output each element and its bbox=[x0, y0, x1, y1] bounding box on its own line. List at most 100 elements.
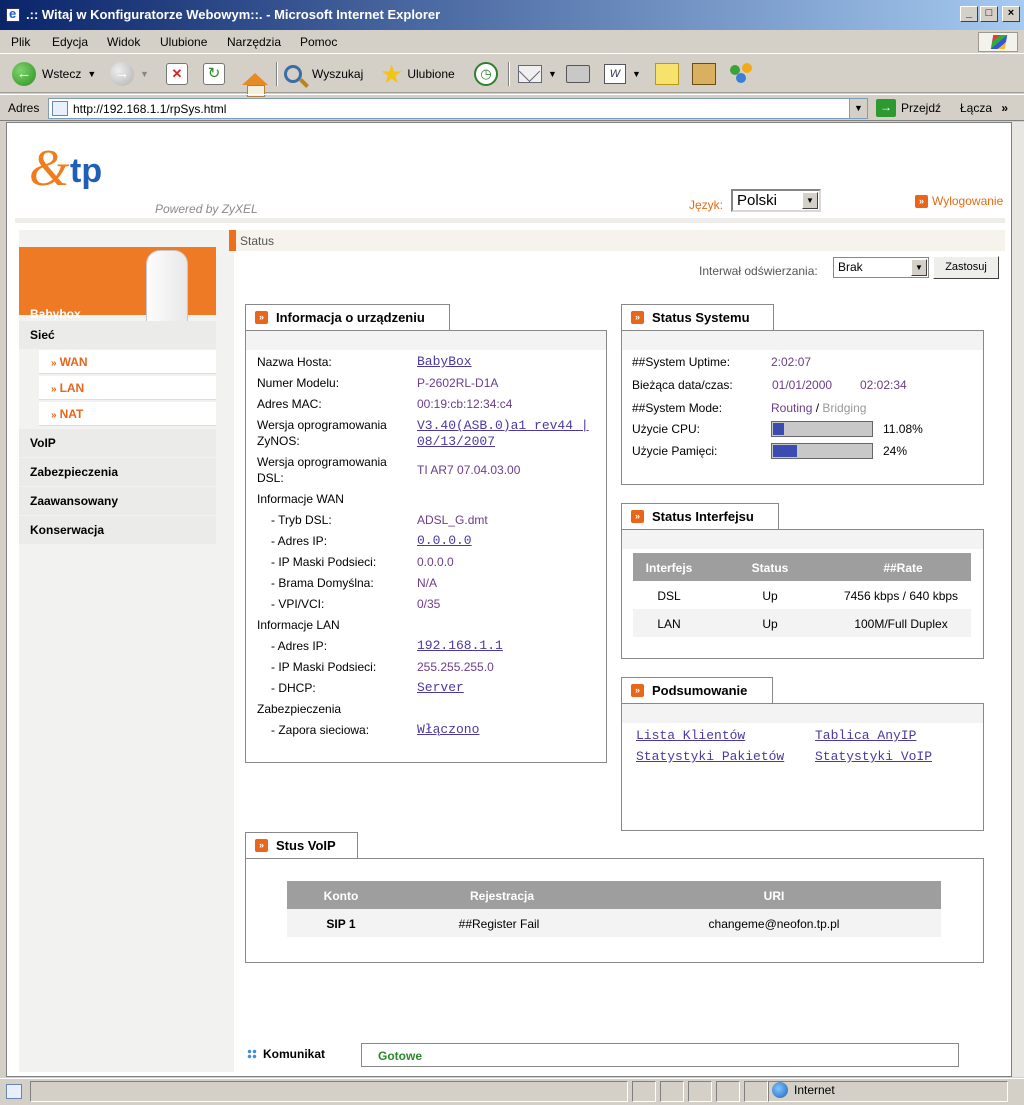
sidebar-item-zabezpieczenia[interactable]: Zabezpieczenia bbox=[19, 458, 216, 486]
breadcrumb-status: Status bbox=[240, 234, 275, 248]
back-arrow-icon: ← bbox=[12, 62, 36, 86]
search-button[interactable]: Wyszukaj bbox=[284, 60, 363, 88]
ie-page-icon[interactable] bbox=[6, 6, 20, 22]
arrow-icon: » bbox=[255, 311, 268, 324]
dsl-label-2: DSL: bbox=[257, 471, 284, 485]
voip-account: SIP 1 bbox=[326, 917, 356, 931]
history-icon[interactable]: ◷ bbox=[474, 62, 498, 86]
address-input[interactable]: http://192.168.1.1/rpSys.html ▼ bbox=[48, 98, 868, 119]
wan-ip-link[interactable]: 0.0.0.0 bbox=[417, 533, 472, 548]
lan-mask-value: 255.255.255.0 bbox=[417, 660, 494, 674]
voip-status-title: Stus VoIP bbox=[276, 838, 336, 853]
chevron-down-icon[interactable]: ▼ bbox=[87, 69, 96, 79]
zynos-link-1[interactable]: V3.40(ASB.0)a1 rev44 | bbox=[417, 418, 589, 433]
firewall-label: - Zapora sieciowa: bbox=[271, 723, 370, 737]
lan-ip-label: - Adres IP: bbox=[271, 639, 328, 653]
menu-widok[interactable]: Widok bbox=[107, 35, 140, 49]
wan-vpi-value: 0/35 bbox=[417, 597, 441, 611]
address-url[interactable]: http://192.168.1.1/rpSys.html bbox=[73, 102, 226, 116]
refresh-icon[interactable]: ↻ bbox=[203, 63, 225, 85]
logo-amp: & bbox=[29, 140, 70, 197]
refresh-interval-label: Interwał odświerzania: bbox=[699, 264, 818, 278]
wan-mask-value: 0.0.0.0 bbox=[417, 555, 454, 569]
links-button[interactable]: Łącza » bbox=[960, 101, 1008, 115]
back-button[interactable]: ← Wstecz ▼ bbox=[12, 60, 96, 88]
sidebar-sub-wan[interactable]: WAN bbox=[39, 350, 216, 374]
minimize-button[interactable]: _ bbox=[960, 6, 978, 22]
edit-button[interactable]: W ▼ bbox=[604, 60, 641, 88]
menu-ulubione[interactable]: Ulubione bbox=[160, 35, 207, 49]
client-list-link[interactable]: Lista Klientów bbox=[636, 728, 745, 743]
links-more-icon[interactable]: » bbox=[1001, 101, 1008, 115]
note-icon[interactable] bbox=[655, 63, 679, 85]
message-label-text: Komunikat bbox=[263, 1047, 326, 1061]
device-header[interactable]: Babybox bbox=[19, 247, 216, 330]
print-icon[interactable] bbox=[566, 65, 590, 83]
forward-button[interactable]: → ▼ bbox=[110, 60, 149, 88]
iface-rate: 100M/Full Duplex bbox=[854, 617, 948, 631]
sidebar-item-zaawansowany[interactable]: Zaawansowany bbox=[19, 487, 216, 515]
table-row: SIP 1 ##Register Fail changeme@neofon.tp… bbox=[287, 909, 941, 937]
arrow-icon: » bbox=[631, 684, 644, 697]
mode-label: ##System Mode: bbox=[632, 401, 723, 415]
anyip-table-link[interactable]: Tablica AnyIP bbox=[815, 728, 916, 743]
memory-usage-fill bbox=[773, 445, 797, 457]
favorites-button[interactable]: ★ Ulubione bbox=[380, 60, 455, 88]
dsl-value: TI AR7 07.04.03.00 bbox=[417, 463, 521, 477]
host-link[interactable]: BabyBox bbox=[417, 354, 472, 369]
chevron-down-icon[interactable]: ▼ bbox=[632, 69, 641, 79]
messenger-icon[interactable] bbox=[728, 63, 754, 85]
packet-stats-link[interactable]: Statystyki Pakietów bbox=[636, 749, 784, 764]
refresh-interval-select[interactable]: Brak ▼ bbox=[833, 257, 929, 278]
firewall-link[interactable]: Włączono bbox=[417, 722, 479, 737]
chevron-down-icon[interactable]: ▼ bbox=[802, 192, 818, 209]
word-icon: W bbox=[604, 64, 626, 84]
device-info-title: Informacja o urządzeniu bbox=[276, 310, 425, 325]
lan-header: Informacje LAN bbox=[257, 618, 340, 632]
zynos-link-2[interactable]: 08/13/2007 bbox=[417, 434, 495, 449]
address-bar: Adres http://192.168.1.1/rpSys.html ▼ → … bbox=[0, 94, 1024, 121]
dots-icon bbox=[247, 1049, 257, 1059]
sidebar-sub-lan[interactable]: LAN bbox=[39, 376, 216, 400]
voip-stats-link[interactable]: Statystyki VoIP bbox=[815, 749, 932, 764]
chevron-down-icon[interactable]: ▼ bbox=[849, 99, 867, 118]
summary-panel bbox=[621, 703, 984, 831]
iface-name: DSL bbox=[657, 589, 681, 603]
message-box: Gotowe bbox=[361, 1043, 959, 1067]
device-title: Babybox bbox=[30, 307, 81, 321]
home-icon[interactable] bbox=[242, 73, 268, 97]
maximize-button[interactable]: □ bbox=[980, 6, 998, 22]
device-info-tab: » Informacja o urządzeniu bbox=[245, 304, 450, 330]
chevron-down-icon[interactable]: ▼ bbox=[140, 69, 149, 79]
sidebar-sub-nat[interactable]: NAT bbox=[39, 402, 216, 426]
menu-pomoc[interactable]: Pomoc bbox=[300, 35, 337, 49]
sidebar-item-konserwacja[interactable]: Konserwacja bbox=[19, 516, 216, 544]
sidebar-item-voip[interactable]: VoIP bbox=[19, 429, 216, 457]
menu-edycja[interactable]: Edycja bbox=[52, 35, 88, 49]
system-status-title: Status Systemu bbox=[652, 310, 750, 325]
sidebar-item-siec[interactable]: Sieć bbox=[19, 321, 216, 349]
wan-header: Informacje WAN bbox=[257, 492, 344, 506]
go-button[interactable]: → Przejdź bbox=[876, 97, 941, 119]
mail-button[interactable]: ▼ bbox=[518, 60, 557, 88]
stop-icon[interactable]: ✕ bbox=[166, 63, 188, 85]
status-bar: Internet bbox=[0, 1078, 1024, 1105]
col-uri: URI bbox=[763, 889, 785, 903]
logout-link[interactable]: » Wylogowanie bbox=[915, 194, 1003, 208]
chevron-down-icon[interactable]: ▼ bbox=[911, 259, 927, 276]
globe-icon bbox=[772, 1082, 788, 1098]
mail-icon bbox=[518, 65, 542, 83]
chevron-down-icon[interactable]: ▼ bbox=[548, 69, 557, 79]
voip-registration: ##Register Fail bbox=[458, 917, 540, 931]
forward-arrow-icon: → bbox=[110, 62, 134, 86]
scrollbar[interactable] bbox=[1012, 122, 1024, 1077]
research-icon[interactable] bbox=[692, 63, 716, 85]
lan-dhcp-link[interactable]: Server bbox=[417, 680, 464, 695]
menu-narzedzia[interactable]: Narzędzia bbox=[227, 35, 281, 49]
uptime-value: 2:02:07 bbox=[771, 355, 812, 369]
menu-plik[interactable]: Plik bbox=[11, 35, 30, 49]
close-button[interactable]: × bbox=[1002, 6, 1020, 22]
language-select[interactable]: Polski ▼ bbox=[731, 189, 821, 212]
lan-ip-link[interactable]: 192.168.1.1 bbox=[417, 638, 503, 653]
apply-button[interactable]: Zastosuj bbox=[933, 256, 999, 279]
